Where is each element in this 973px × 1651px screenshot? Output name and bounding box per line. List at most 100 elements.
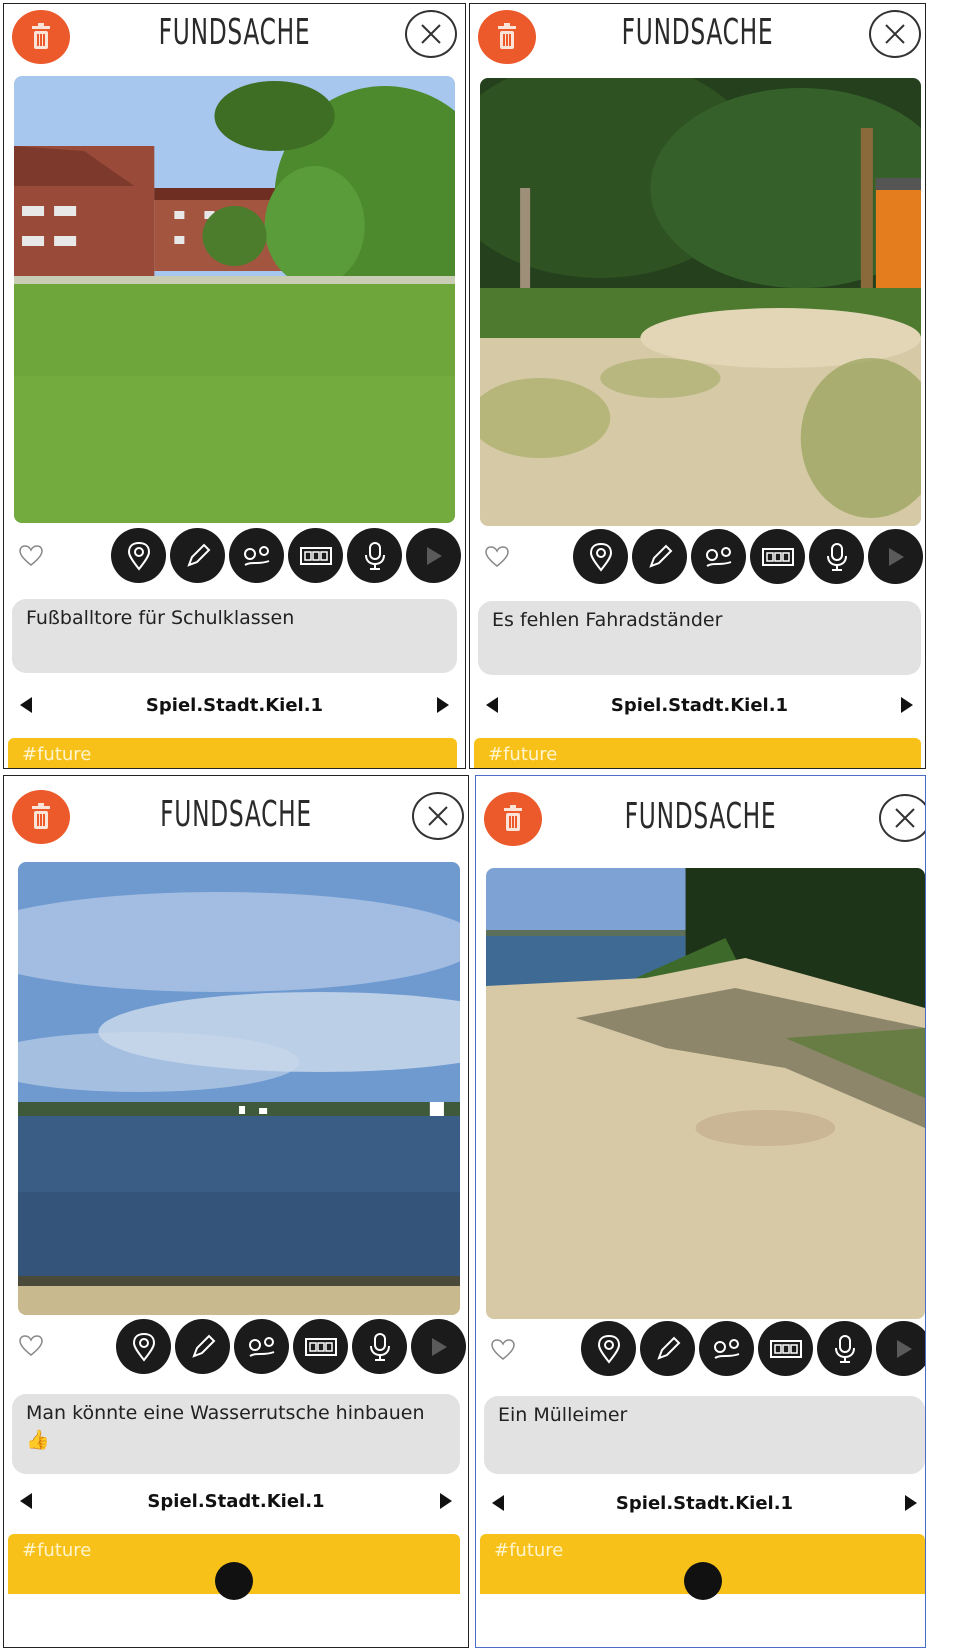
description-field[interactable]: Ein Mülleimer [484, 1396, 925, 1474]
play-button[interactable] [876, 1321, 925, 1376]
pencil-icon [648, 544, 672, 568]
location-button[interactable] [573, 529, 628, 584]
next-arrow-icon[interactable] [904, 1495, 917, 1511]
trash-icon [504, 805, 522, 831]
tag-label: #future [494, 1540, 564, 1561]
fundsache-card-2: FUNDSACHE Es fehlen Fahradständer Spiel.… [469, 3, 926, 769]
route-icon [248, 1336, 274, 1357]
route-button[interactable] [699, 1321, 754, 1376]
fundsache-card-1: FUNDSACHE Fußballtore für Schulklassen S… [3, 3, 466, 769]
location-pin-icon [597, 1334, 620, 1364]
location-button[interactable] [111, 528, 166, 583]
media-toolbar [581, 1321, 925, 1376]
collection-nav: Spiel.Stadt.Kiel.1 [20, 1486, 452, 1516]
edit-button[interactable] [640, 1321, 695, 1376]
fundsache-card-4: FUNDSACHE Ein Mülleimer Spiel.Stadt.Kiel… [475, 775, 926, 1648]
film-strip-icon [299, 546, 332, 565]
pencil-icon [186, 543, 210, 567]
microphone-icon [369, 1332, 390, 1361]
edit-button[interactable] [175, 1319, 230, 1374]
record-button[interactable] [817, 1321, 872, 1376]
microphone-icon [364, 541, 385, 570]
record-button[interactable] [352, 1319, 407, 1374]
close-button[interactable] [405, 10, 457, 58]
delete-button[interactable] [12, 10, 70, 64]
description-field[interactable]: Fußballtore für Schulklassen [12, 599, 457, 673]
location-button[interactable] [581, 1321, 636, 1376]
route-icon [705, 546, 731, 567]
description-field[interactable]: Es fehlen Fahradständer [478, 601, 921, 675]
close-button[interactable] [412, 792, 464, 840]
heart-icon[interactable] [18, 1334, 44, 1358]
gallery-button[interactable] [750, 529, 805, 584]
description-field[interactable]: Man könnte eine Wasserrutsche hinbauen 👍 [12, 1394, 460, 1474]
delete-button[interactable] [484, 792, 542, 846]
delete-button[interactable] [478, 10, 536, 64]
fundsache-card-3: FUNDSACHE Man könnte eine Wasserrutsche … [3, 775, 469, 1648]
play-icon [888, 547, 904, 566]
next-arrow-icon[interactable] [439, 1493, 452, 1509]
previous-arrow-icon[interactable] [492, 1495, 504, 1511]
film-strip-icon [761, 547, 794, 566]
edit-button[interactable] [170, 528, 225, 583]
pencil-icon [191, 1334, 215, 1358]
previous-arrow-icon[interactable] [486, 697, 498, 713]
edit-button[interactable] [632, 529, 687, 584]
collection-nav: Spiel.Stadt.Kiel.1 [492, 1488, 917, 1518]
next-arrow-icon[interactable] [900, 697, 913, 713]
play-button[interactable] [411, 1319, 466, 1374]
drawer-handle[interactable] [215, 1562, 253, 1600]
location-button[interactable] [116, 1319, 171, 1374]
collection-nav: Spiel.Stadt.Kiel.1 [20, 690, 449, 720]
heart-icon[interactable] [490, 1338, 516, 1362]
page-title: FUNDSACHE [160, 794, 312, 835]
collection-label: Spiel.Stadt.Kiel.1 [147, 1490, 325, 1512]
gallery-button[interactable] [293, 1319, 348, 1374]
collection-label: Spiel.Stadt.Kiel.1 [145, 694, 324, 716]
route-button[interactable] [691, 529, 746, 584]
pencil-icon [656, 1336, 680, 1360]
location-pin-icon [589, 542, 612, 572]
record-button[interactable] [809, 529, 864, 584]
tag-bar[interactable]: #future [8, 1534, 460, 1600]
play-icon [431, 1337, 447, 1356]
drawer-handle[interactable] [683, 1562, 722, 1600]
play-button[interactable] [406, 528, 461, 583]
sea-view-photo [18, 862, 460, 1315]
beach-photo [486, 868, 925, 1319]
play-icon [896, 1339, 912, 1358]
close-icon [428, 806, 448, 826]
next-arrow-icon[interactable] [436, 697, 449, 713]
microphone-icon [826, 542, 847, 571]
tag-bar[interactable]: #future [474, 738, 921, 768]
previous-arrow-icon[interactable] [20, 697, 32, 713]
collection-nav: Spiel.Stadt.Kiel.1 [486, 690, 913, 720]
heart-icon[interactable] [484, 545, 510, 569]
close-button[interactable] [879, 794, 925, 842]
film-strip-icon [769, 1339, 802, 1358]
description-text: Es fehlen Fahradständer [492, 609, 723, 631]
tag-bar[interactable]: #future [480, 1534, 925, 1600]
description-text: Ein Mülleimer [498, 1404, 628, 1426]
media-toolbar [116, 1319, 466, 1374]
heart-icon[interactable] [18, 544, 44, 568]
route-button[interactable] [234, 1319, 289, 1374]
tag-label: #future [488, 744, 558, 765]
close-icon [885, 24, 905, 44]
tag-bar[interactable]: #future [8, 738, 457, 768]
film-strip-icon [304, 1337, 337, 1356]
trash-icon [32, 803, 50, 829]
record-button[interactable] [347, 528, 402, 583]
play-button[interactable] [868, 529, 923, 584]
previous-arrow-icon[interactable] [20, 1493, 32, 1509]
page-title: FUNDSACHE [621, 12, 774, 53]
delete-button[interactable] [12, 790, 70, 844]
collection-label: Spiel.Stadt.Kiel.1 [610, 694, 789, 716]
description-text: Man könnte eine Wasserrutsche hinbauen 👍 [26, 1402, 425, 1451]
route-button[interactable] [229, 528, 284, 583]
trash-icon [32, 23, 50, 49]
gallery-button[interactable] [288, 528, 343, 583]
play-icon [426, 546, 442, 565]
gallery-button[interactable] [758, 1321, 813, 1376]
close-button[interactable] [869, 10, 921, 58]
